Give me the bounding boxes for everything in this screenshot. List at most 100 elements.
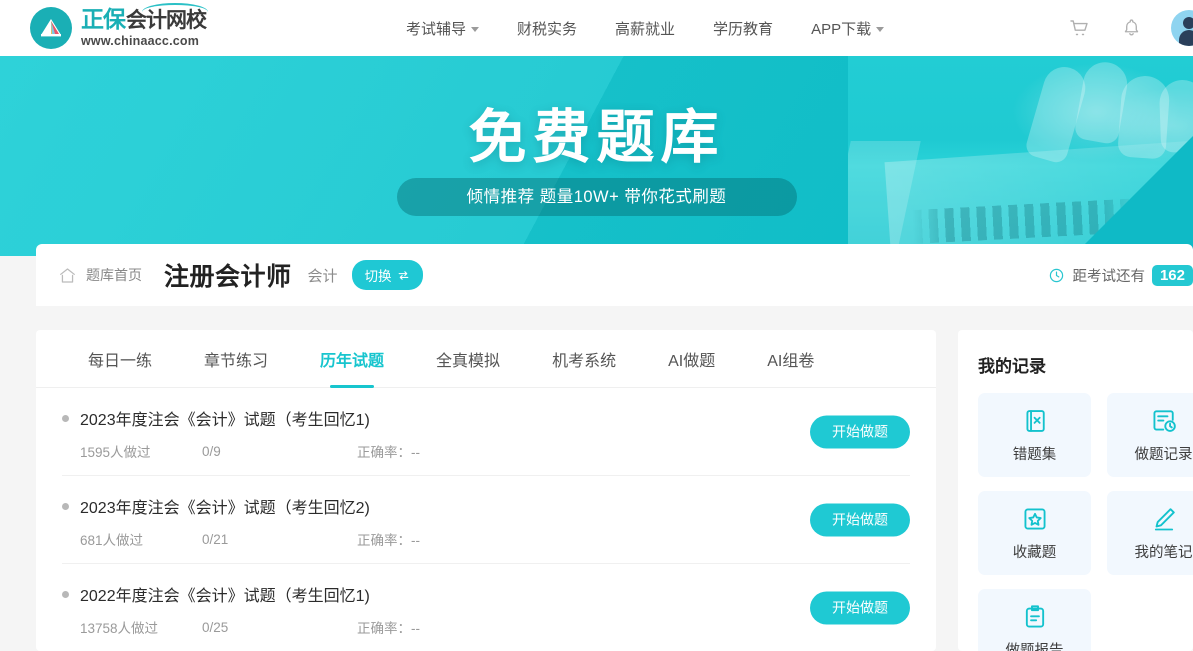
- paper-users: 681人做过: [80, 533, 144, 548]
- nav-item-caishuishiwu[interactable]: 财税实务: [517, 18, 577, 39]
- paper-accuracy: 正确率：--: [357, 533, 420, 548]
- paper-users: 13758人做过: [80, 621, 159, 636]
- main-area: 每日一练 章节练习 历年试题 全真模拟 机考系统 AI做题 AI组卷 2023年…: [36, 330, 1193, 651]
- switch-label: 切换: [364, 269, 392, 284]
- tab-label: AI组卷: [767, 352, 815, 370]
- tab-meiriyilian[interactable]: 每日一练: [62, 330, 178, 388]
- paper-list: 2023年度注会《会计》试题（考生回忆1) 1595人做过 0/9 正确率：--…: [36, 388, 936, 651]
- paper-meta: 681人做过 0/21 正确率：--: [80, 529, 910, 549]
- sidebar-item-history[interactable]: 做题记录: [1107, 393, 1193, 477]
- paper-progress: 0/21: [202, 531, 229, 547]
- pencil-icon: [1154, 507, 1175, 530]
- countdown-label: 距考试还有: [1072, 268, 1145, 285]
- sidebar-item-favorites[interactable]: 收藏题: [978, 491, 1091, 575]
- site-logo[interactable]: 正保 会计网校 www.chinaacc.com: [30, 3, 208, 49]
- history-record-icon: [1153, 409, 1176, 432]
- chevron-down-icon: [876, 26, 885, 32]
- sidebar-title: 我的记录: [978, 357, 1046, 376]
- tab-bar: 每日一练 章节练习 历年试题 全真模拟 机考系统 AI做题 AI组卷: [36, 330, 936, 388]
- start-quiz-button[interactable]: 开始做题: [810, 503, 910, 536]
- logo-arc-decoration: [142, 3, 208, 12]
- paper-title[interactable]: 2022年度注会《会计》试题（考生回忆1): [62, 582, 910, 606]
- cart-icon[interactable]: [1068, 16, 1092, 40]
- nav-label: 考试辅导: [406, 20, 467, 38]
- tab-label: 全真模拟: [436, 352, 501, 370]
- tab-liniansitti[interactable]: 历年试题: [294, 330, 410, 388]
- paper-progress: 0/25: [202, 619, 229, 635]
- sidebar-item-notes[interactable]: 我的笔记: [1107, 491, 1193, 575]
- paper-accuracy: 正确率：--: [357, 621, 420, 636]
- my-records-panel: 我的记录 错题集 做题记录 收藏题 我的笔记 做题报告: [958, 330, 1193, 651]
- bullet-icon: [62, 502, 69, 510]
- sidebar-item-label: 做题报告: [1005, 642, 1064, 651]
- start-quiz-button[interactable]: 开始做题: [810, 415, 910, 448]
- sidebar-item-label: 错题集: [1012, 446, 1057, 463]
- page-title: 注册会计师: [164, 263, 292, 291]
- record-card-grid: 错题集 做题记录 收藏题 我的笔记 做题报告: [978, 393, 1193, 651]
- nav-item-gaoxinjiuye[interactable]: 高薪就业: [615, 18, 675, 39]
- countdown-days: 162: [1151, 264, 1193, 286]
- tab-ai-zuoti[interactable]: AI做题: [642, 330, 741, 388]
- tab-label: AI做题: [668, 352, 716, 370]
- nav-label: 高薪就业: [615, 20, 676, 38]
- paper-title[interactable]: 2023年度注会《会计》试题（考生回忆2): [62, 494, 910, 518]
- hero-banner: 免费题库 倾情推荐 题量10W+ 带你花式刷题: [0, 56, 1193, 256]
- clipboard-icon: [1025, 604, 1044, 627]
- bullet-icon: [62, 590, 69, 598]
- paper-progress: 0/9: [202, 443, 221, 459]
- site-header: 正保 会计网校 www.chinaacc.com 考试辅导 财税实务 高薪就业 …: [0, 0, 1193, 56]
- swap-icon: [398, 270, 408, 280]
- bell-icon[interactable]: [1120, 17, 1143, 40]
- logo-brand-dark: 会计网校: [126, 9, 207, 33]
- tab-label: 历年试题: [320, 352, 385, 370]
- sidebar-item-report[interactable]: 做题报告: [978, 589, 1091, 651]
- bullet-icon: [62, 414, 69, 422]
- sidebar-item-label: 做题记录: [1134, 446, 1193, 463]
- exam-countdown: 距考试还有 162: [1048, 264, 1193, 286]
- tab-zhangjielianxi[interactable]: 章节练习: [178, 330, 294, 388]
- banner-subtitle: 倾情推荐 题量10W+ 带你花式刷题: [396, 178, 797, 216]
- paper-title[interactable]: 2023年度注会《会计》试题（考生回忆1): [62, 406, 910, 430]
- paper-title-text: 2022年度注会《会计》试题（考生回忆1): [80, 588, 370, 605]
- avatar[interactable]: [1171, 10, 1193, 46]
- logo-brand-teal: 正保: [81, 6, 126, 33]
- chevron-down-icon: [471, 26, 480, 32]
- paper-accuracy: 正确率：--: [357, 445, 420, 460]
- paper-title-text: 2023年度注会《会计》试题（考生回忆2): [80, 500, 370, 517]
- start-quiz-button[interactable]: 开始做题: [810, 591, 910, 624]
- home-icon[interactable]: [58, 266, 77, 285]
- paper-title-text: 2023年度注会《会计》试题（考生回忆1): [80, 412, 370, 429]
- breadcrumb[interactable]: 题库首页: [86, 265, 142, 285]
- nav-item-kaoshifudao[interactable]: 考试辅导: [406, 18, 480, 39]
- paper-meta: 1595人做过 0/9 正确率：--: [80, 441, 910, 461]
- logo-url: www.chinaacc.com: [81, 34, 200, 49]
- tab-jikaoxitong[interactable]: 机考系统: [526, 330, 642, 388]
- switch-subject-button[interactable]: 切换: [351, 260, 423, 290]
- nav-label: 财税实务: [517, 20, 578, 38]
- tab-label: 章节练习: [204, 352, 269, 370]
- header-actions: [1068, 0, 1193, 56]
- table-row: 2022年度注会《会计》试题（考生回忆1) 13758人做过 0/25 正确率：…: [62, 564, 910, 651]
- main-nav: 考试辅导 财税实务 高薪就业 学历教育 APP下载: [406, 18, 885, 39]
- tab-ai-zujuan[interactable]: AI组卷: [741, 330, 840, 388]
- nav-item-xuelijiaoyu[interactable]: 学历教育: [713, 18, 773, 39]
- sidebar-item-label: 收藏题: [1012, 544, 1057, 561]
- sidebar-item-label: 我的笔记: [1134, 544, 1193, 561]
- table-row: 2023年度注会《会计》试题（考生回忆2) 681人做过 0/21 正确率：--…: [62, 476, 910, 564]
- tab-quanzhenmoni[interactable]: 全真模拟: [410, 330, 526, 388]
- sidebar-item-wrong-book[interactable]: 错题集: [978, 393, 1091, 477]
- book-logo-icon: [30, 7, 72, 49]
- question-bank-card: 每日一练 章节练习 历年试题 全真模拟 机考系统 AI做题 AI组卷 2023年…: [36, 330, 936, 651]
- paper-users: 1595人做过: [80, 445, 151, 460]
- tab-label: 每日一练: [88, 352, 153, 370]
- clock-icon: [1050, 268, 1064, 282]
- nav-label: 学历教育: [713, 20, 774, 38]
- star-box-icon: [1023, 507, 1045, 529]
- table-row: 2023年度注会《会计》试题（考生回忆1) 1595人做过 0/9 正确率：--…: [62, 388, 910, 476]
- wrong-book-icon: [1025, 409, 1045, 432]
- nav-item-appxiazai[interactable]: APP下载: [811, 18, 885, 39]
- nav-label: APP下载: [811, 20, 872, 38]
- exam-title-bar: 题库首页 注册会计师 会计 切换 距考试还有 162: [36, 244, 1193, 306]
- subject-label: 会计: [307, 267, 338, 285]
- paper-meta: 13758人做过 0/25 正确率：--: [80, 617, 910, 637]
